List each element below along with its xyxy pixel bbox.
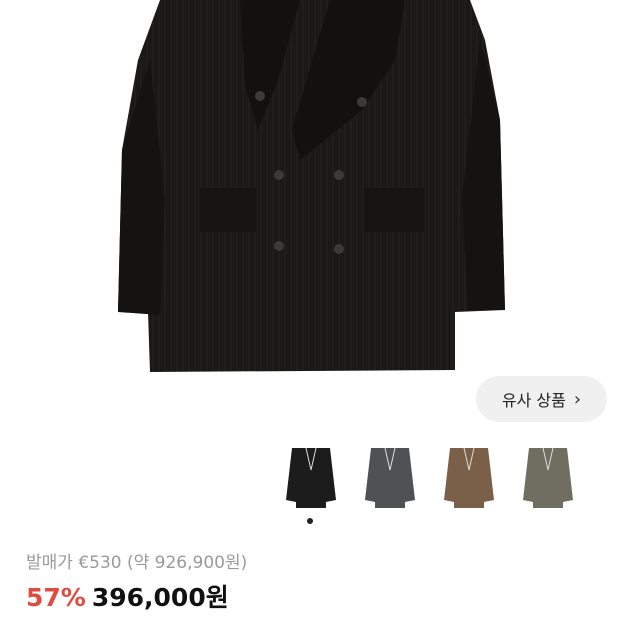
product-image — [0, 0, 620, 430]
color-option-olive[interactable] — [517, 440, 579, 512]
color-option-brown[interactable] — [438, 440, 500, 512]
jacket-image — [118, 0, 505, 372]
color-options — [0, 440, 620, 520]
jacket-thumbnail-icon — [523, 447, 573, 508]
similar-products-label: 유사 상품 — [501, 391, 566, 410]
jacket-thumbnail-icon — [365, 447, 415, 508]
color-option-charcoal[interactable] — [359, 440, 421, 512]
discount-rate: 57% — [26, 583, 86, 612]
chevron-right-icon: › — [573, 388, 582, 410]
similar-products-button[interactable]: 유사 상품 › — [476, 376, 607, 422]
color-option-black[interactable] — [280, 440, 342, 512]
price-row: 57% 396,000원 — [26, 578, 229, 614]
sale-price: 396,000원 — [91, 583, 229, 612]
jacket-thumbnail-icon — [444, 447, 494, 508]
jacket-thumbnail-icon — [286, 447, 336, 508]
carousel-indicator-dot — [307, 518, 313, 524]
original-price: 발매가 €530 (약 926,900원) — [26, 553, 248, 573]
